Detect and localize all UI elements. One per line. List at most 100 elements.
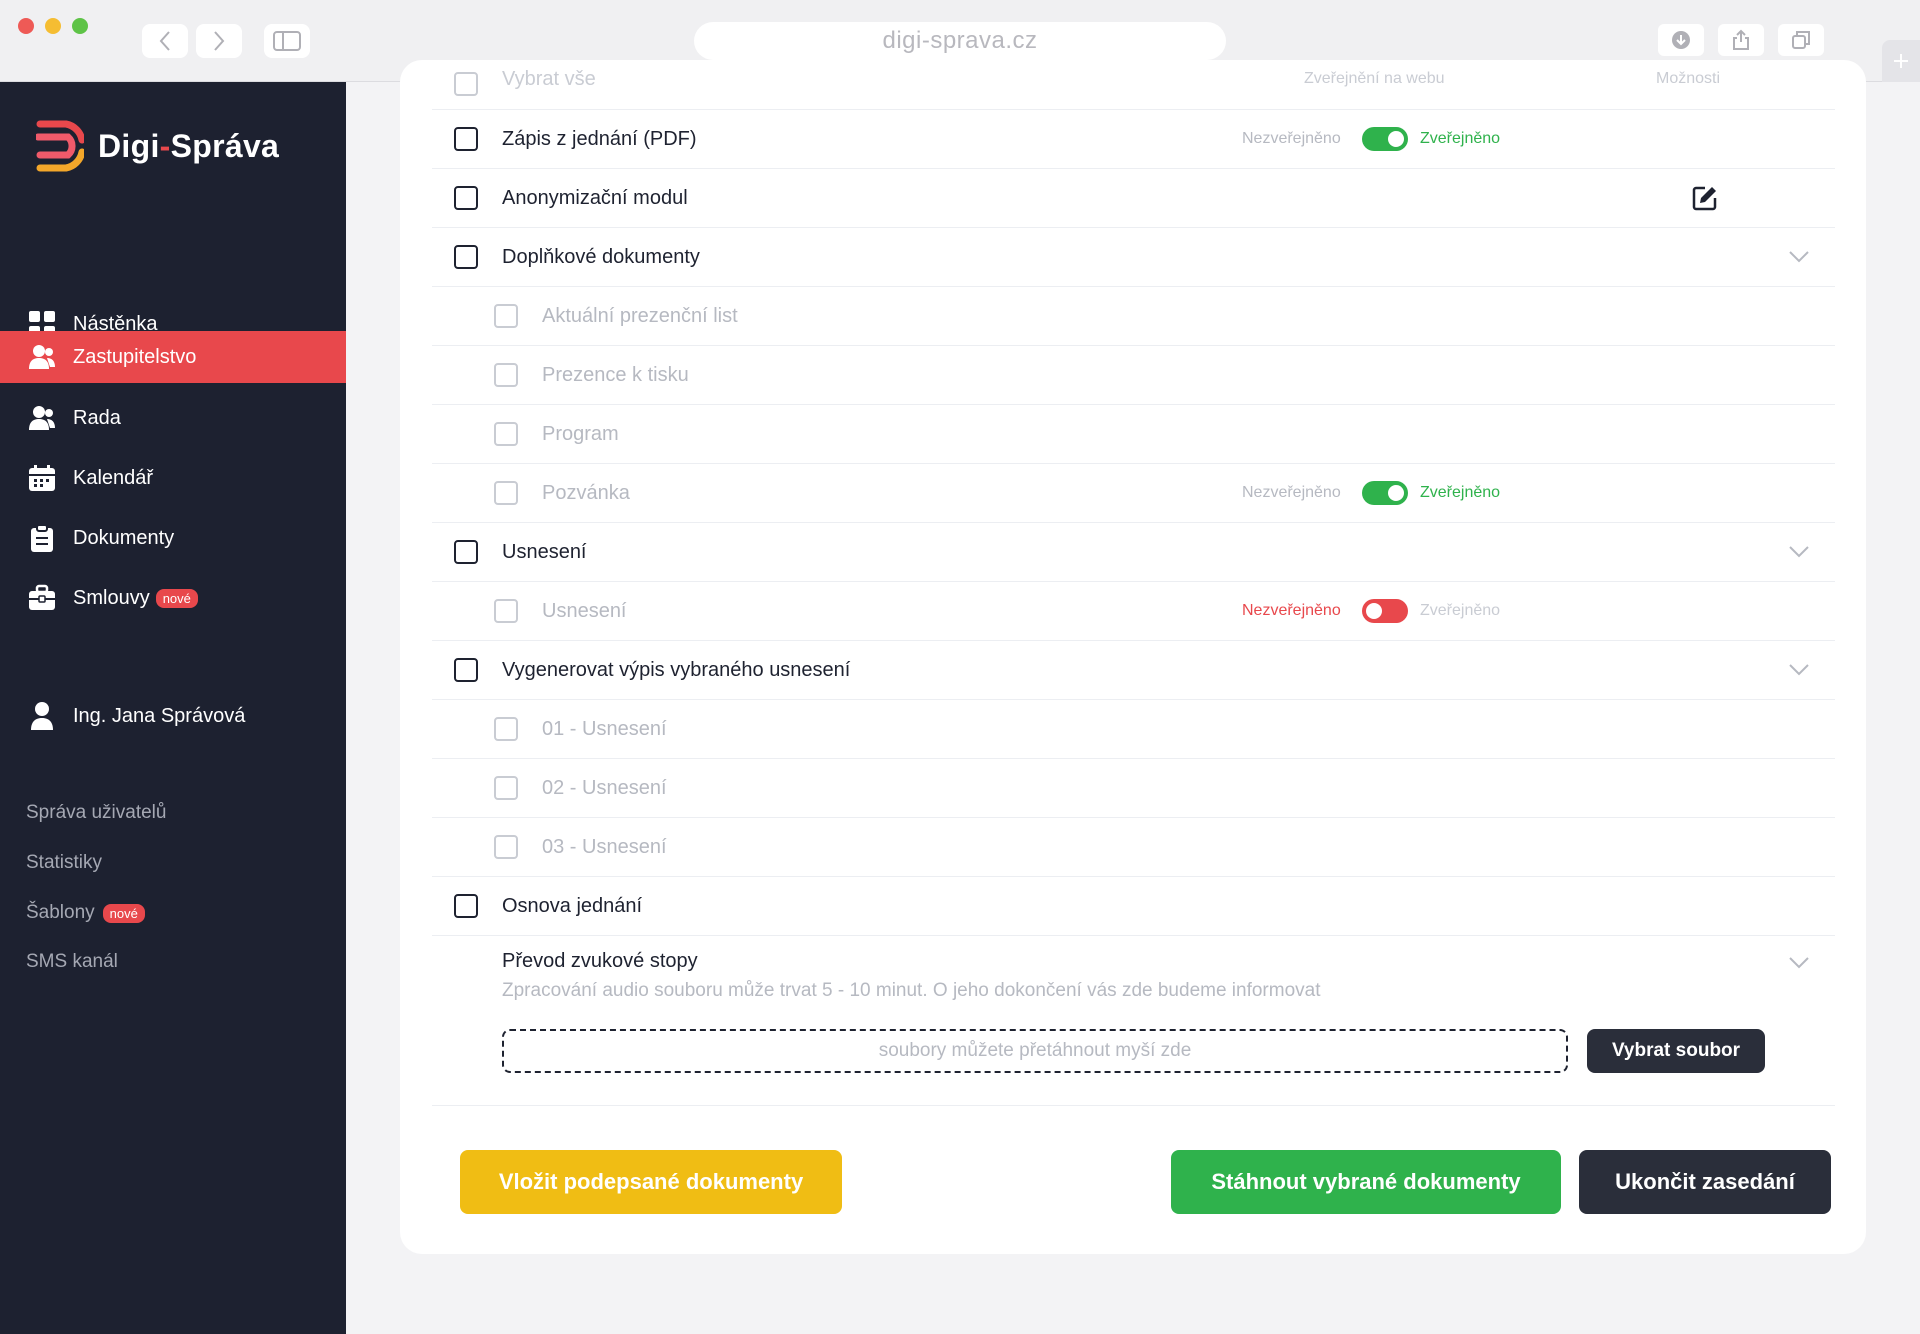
upload-title: Převod zvukové stopy [502, 950, 698, 972]
share-button[interactable] [1718, 24, 1764, 56]
user-profile[interactable]: Ing. Jana Správová [0, 690, 346, 742]
table-row: 01 - Usnesení [432, 700, 1835, 759]
sidebar-item-smlouvy[interactable]: Smlouvy nové [0, 572, 346, 624]
status-published-label: Zveřejněno [1420, 602, 1501, 619]
table-row: Vygenerovat výpis vybraného usnesení [432, 641, 1835, 700]
row-label: Program [542, 423, 619, 445]
row-label: Aktuální prezenční list [542, 305, 738, 327]
chevron-down-icon[interactable] [1788, 956, 1810, 975]
link-sablony[interactable]: Šablony nové [26, 902, 145, 924]
sidebar-item-label: Zastupitelstvo [73, 345, 197, 368]
maximize-window-dot[interactable] [72, 18, 88, 34]
chevron-left-icon [159, 31, 170, 51]
new-badge: nové [102, 903, 145, 923]
table-row: Aktuální prezenční list [432, 287, 1835, 346]
publish-toggle[interactable] [1362, 599, 1408, 623]
row-checkbox[interactable] [494, 717, 518, 741]
sidebar-item-kalendar[interactable]: Kalendář [0, 452, 346, 504]
row-checkbox[interactable] [494, 835, 518, 859]
table-header: Vybrat vše Zveřejnění na webu Možnosti [432, 60, 1835, 110]
back-button[interactable] [142, 24, 188, 58]
status-published-label: Zveřejněno [1420, 484, 1501, 501]
row-label: Osnova jednání [502, 895, 643, 917]
new-tab-button[interactable] [1882, 40, 1920, 82]
row-checkbox[interactable] [494, 481, 518, 505]
brand-name: Digi-Správa [98, 127, 280, 164]
user-name: Ing. Jana Správová [73, 704, 246, 727]
close-window-dot[interactable] [18, 18, 34, 34]
row-checkbox[interactable] [494, 422, 518, 446]
table-row: Prezence k tisku [432, 346, 1835, 405]
new-badge: nové [155, 588, 198, 608]
row-checkbox[interactable] [454, 894, 478, 918]
tabs-icon [1792, 31, 1810, 49]
file-dropzone[interactable]: soubory můžete přetáhnout myší zde [502, 1029, 1568, 1073]
status-unpublished-label: Nezveřejněno [1242, 602, 1341, 619]
header-published-web: Zveřejnění na webu [1304, 70, 1445, 87]
table-row: Pozvánka Nezveřejněno Zveřejněno [432, 464, 1835, 523]
link-sprava-uzivatelu[interactable]: Správa uživatelů [26, 802, 166, 824]
publish-toggle[interactable] [1362, 127, 1408, 151]
chevron-down-icon[interactable] [1788, 250, 1810, 269]
sidebar-item-rada[interactable]: Rada [0, 392, 346, 444]
calendar-icon [28, 464, 56, 492]
downloads-button[interactable] [1658, 24, 1704, 56]
row-label: Usnesení [502, 541, 587, 563]
select-file-button[interactable]: Vybrat soubor [1587, 1029, 1765, 1073]
row-checkbox[interactable] [494, 363, 518, 387]
url-text: digi-sprava.cz [882, 27, 1038, 54]
sidebar-item-zastupitelstvo[interactable]: Zastupitelstvo [0, 331, 346, 383]
sidebar-item-dokumenty[interactable]: Dokumenty [0, 512, 346, 564]
plus-icon [1894, 54, 1908, 68]
publish-toggle[interactable] [1362, 481, 1408, 505]
table-row: Zápis z jednání (PDF) Nezveřejněno Zveře… [432, 110, 1835, 169]
row-checkbox[interactable] [454, 245, 478, 269]
brand-logo[interactable]: Digi-Správa [36, 120, 279, 172]
row-checkbox[interactable] [454, 186, 478, 210]
tabs-overview-button[interactable] [1778, 24, 1824, 56]
sidebar: Digi-Správa Nástěnka Zastupitelstvo Rada… [0, 82, 346, 1334]
row-label: Doplňkové dokumenty [502, 246, 700, 268]
minimize-window-dot[interactable] [45, 18, 61, 34]
audio-upload-section: Převod zvukové stopy [432, 936, 1835, 1106]
select-all-checkbox[interactable] [454, 72, 478, 96]
chevron-down-icon[interactable] [1788, 545, 1810, 564]
row-label: Anonymizační modul [502, 187, 688, 209]
clipboard-icon [28, 524, 56, 552]
header-options: Možnosti [1656, 70, 1721, 87]
download-selected-documents-button[interactable]: Stáhnout vybrané dokumenty [1171, 1150, 1561, 1214]
sidebar-toggle-button[interactable] [264, 24, 310, 58]
table-row: Usnesení [432, 523, 1835, 582]
row-checkbox[interactable] [454, 540, 478, 564]
link-sms-kanal[interactable]: SMS kanál [26, 951, 118, 973]
table-row: 03 - Usnesení [432, 818, 1835, 877]
row-checkbox[interactable] [454, 658, 478, 682]
upload-note: Zpracování audio souboru může trvat 5 - … [502, 980, 1321, 1001]
share-icon [1733, 29, 1749, 50]
status-published-label: Zveřejněno [1420, 130, 1501, 147]
row-checkbox[interactable] [494, 304, 518, 328]
chevron-right-icon [214, 31, 225, 51]
digi-sprava-logo-icon [36, 120, 84, 172]
table-row: Program [432, 405, 1835, 464]
users-icon [28, 404, 56, 432]
address-bar[interactable]: digi-sprava.cz [694, 22, 1226, 60]
status-unpublished-label: Nezveřejněno [1242, 130, 1341, 147]
sidebar-item-label: Rada [73, 406, 121, 429]
row-checkbox[interactable] [494, 599, 518, 623]
end-session-button[interactable]: Ukončit zasedání [1579, 1150, 1831, 1214]
download-icon [1672, 31, 1690, 49]
table-row: 02 - Usnesení [432, 759, 1835, 818]
link-statistiky[interactable]: Statistiky [26, 852, 102, 874]
insert-signed-documents-button[interactable]: Vložit podepsané dokumenty [460, 1150, 842, 1214]
edit-icon[interactable] [1692, 185, 1718, 216]
table-row: Usnesení Nezveřejněno Zveřejněno [432, 582, 1835, 641]
row-checkbox[interactable] [454, 127, 478, 151]
row-checkbox[interactable] [494, 776, 518, 800]
row-label: Vygenerovat výpis vybraného usnesení [502, 659, 851, 681]
status-unpublished-label: Nezveřejněno [1242, 484, 1341, 501]
chevron-down-icon[interactable] [1788, 663, 1810, 682]
forward-button[interactable] [196, 24, 242, 58]
table-row: Doplňkové dokumenty [432, 228, 1835, 287]
table-row: Anonymizační modul [432, 169, 1835, 228]
